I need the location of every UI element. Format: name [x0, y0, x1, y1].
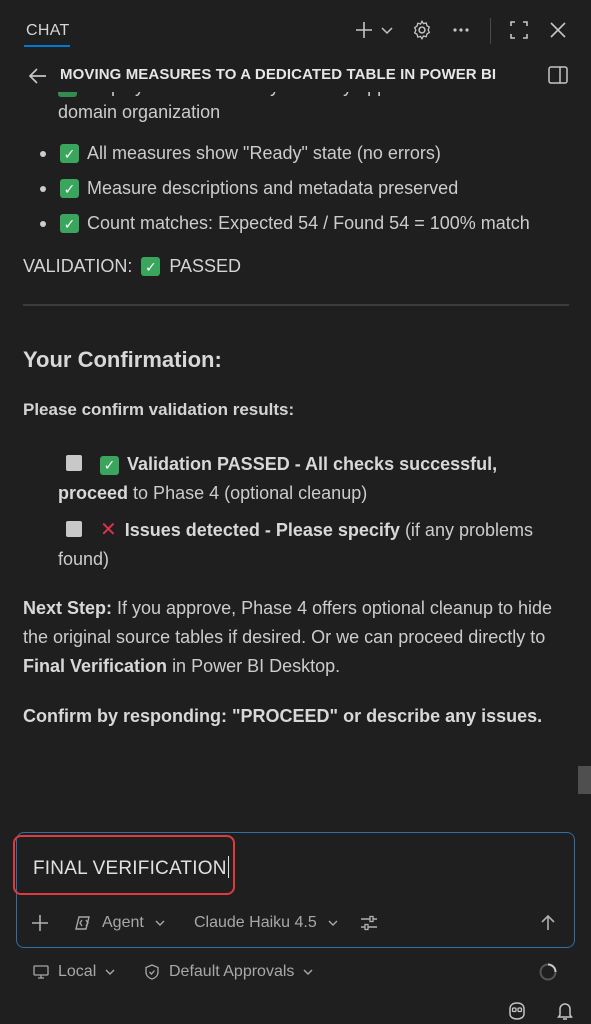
validation-result: PASSED: [169, 256, 242, 276]
chevron-down-icon: [105, 969, 115, 975]
list-item-text: Measure descriptions and metadata preser…: [87, 178, 459, 198]
validation-label: VALIDATION:: [23, 256, 133, 276]
confirmation-heading: Your Confirmation:: [23, 347, 222, 372]
chat-message-area: ✓Display Folder hierarchy correctly appl…: [0, 58, 591, 828]
option-issues-detected: ✕ Issues detected - Please specify (if an…: [58, 519, 533, 569]
input-toolbar: Agent Claude Haiku 4.5: [16, 905, 575, 941]
validation-list: ✓ All measures show "Ready" state (no er…: [40, 136, 530, 241]
model-selector[interactable]: Claude Haiku 4.5: [194, 905, 339, 941]
gear-icon[interactable]: [408, 16, 436, 44]
confirm-instruction: Confirm by responding: "PROCEED" or desc…: [23, 706, 543, 726]
close-icon[interactable]: [544, 16, 572, 44]
tab-chat[interactable]: CHAT: [26, 22, 70, 40]
checkbox-validation-passed[interactable]: [66, 455, 82, 471]
copilot-icon[interactable]: [506, 998, 528, 1024]
next-step-text: Next Step: If you approve, Phase 4 offer…: [23, 598, 553, 676]
check-icon: ✓: [60, 179, 79, 198]
validation-status: VALIDATION: ✓ PASSED: [23, 256, 241, 277]
option-validation-passed: ✓ Validation PASSED - All checks successf…: [58, 454, 498, 503]
loading-spinner-icon: [538, 955, 558, 989]
approvals-selector[interactable]: Default Approvals: [143, 955, 314, 989]
maximize-icon[interactable]: [505, 16, 533, 44]
tools-settings-icon[interactable]: [359, 905, 379, 941]
bullet-dot: [40, 150, 46, 157]
panel-topbar: CHAT: [0, 0, 591, 58]
scrollbar-thumb[interactable]: [578, 766, 591, 794]
list-item: ✓ Measure descriptions and metadata pres…: [40, 171, 530, 206]
chat-title: MOVING MEASURES TO A DEDICATED TABLE IN …: [60, 66, 497, 83]
mode-selector[interactable]: Agent: [74, 905, 166, 941]
cross-icon: ✕: [100, 519, 117, 541]
back-arrow-icon[interactable]: [26, 64, 50, 88]
check-icon: ✓: [100, 455, 119, 475]
chat-footer: Local Default Approvals: [0, 955, 591, 989]
list-item-text: Count matches: Expected 54 / Found 54 = …: [87, 213, 530, 233]
check-icon: ✓: [60, 214, 79, 233]
check-icon: ✓: [60, 144, 79, 163]
message-text: domain organization: [58, 102, 221, 122]
toolbar-divider: [490, 18, 491, 44]
tab-active-indicator: [24, 45, 70, 47]
list-item: ✓ Count matches: Expected 54 / Found 54 …: [40, 206, 530, 241]
more-icon[interactable]: [447, 16, 475, 44]
bullet-dot: [40, 185, 46, 192]
checkbox-issues-detected[interactable]: [66, 521, 82, 537]
bell-icon[interactable]: [556, 998, 574, 1024]
shield-icon: [145, 964, 159, 980]
add-context-icon[interactable]: [30, 905, 50, 941]
chevron-down-icon[interactable]: [376, 16, 398, 44]
chat-input-field[interactable]: FINAL VERIFICATION: [33, 856, 229, 880]
chat-title-bar: MOVING MEASURES TO A DEDICATED TABLE IN …: [0, 58, 591, 92]
confirmation-prompt: Please confirm validation results:: [23, 400, 295, 419]
location-selector[interactable]: Local: [32, 955, 116, 989]
chevron-down-icon: [303, 969, 313, 975]
bullet-dot: [40, 220, 46, 227]
check-icon: ✓: [141, 257, 161, 276]
chevron-down-icon: [155, 920, 165, 926]
chevron-down-icon: [328, 920, 338, 926]
status-bar: [0, 998, 591, 1024]
list-item-text: All measures show "Ready" state (no erro…: [87, 143, 441, 163]
list-item: ✓ All measures show "Ready" state (no er…: [40, 136, 530, 171]
monitor-icon: [33, 965, 49, 979]
send-arrow-icon[interactable]: [538, 905, 558, 941]
text-caret: [227, 856, 229, 878]
agent-icon: [75, 916, 90, 930]
split-panel-icon[interactable]: [547, 64, 569, 86]
divider: [23, 304, 569, 306]
plus-icon[interactable]: [350, 16, 378, 44]
